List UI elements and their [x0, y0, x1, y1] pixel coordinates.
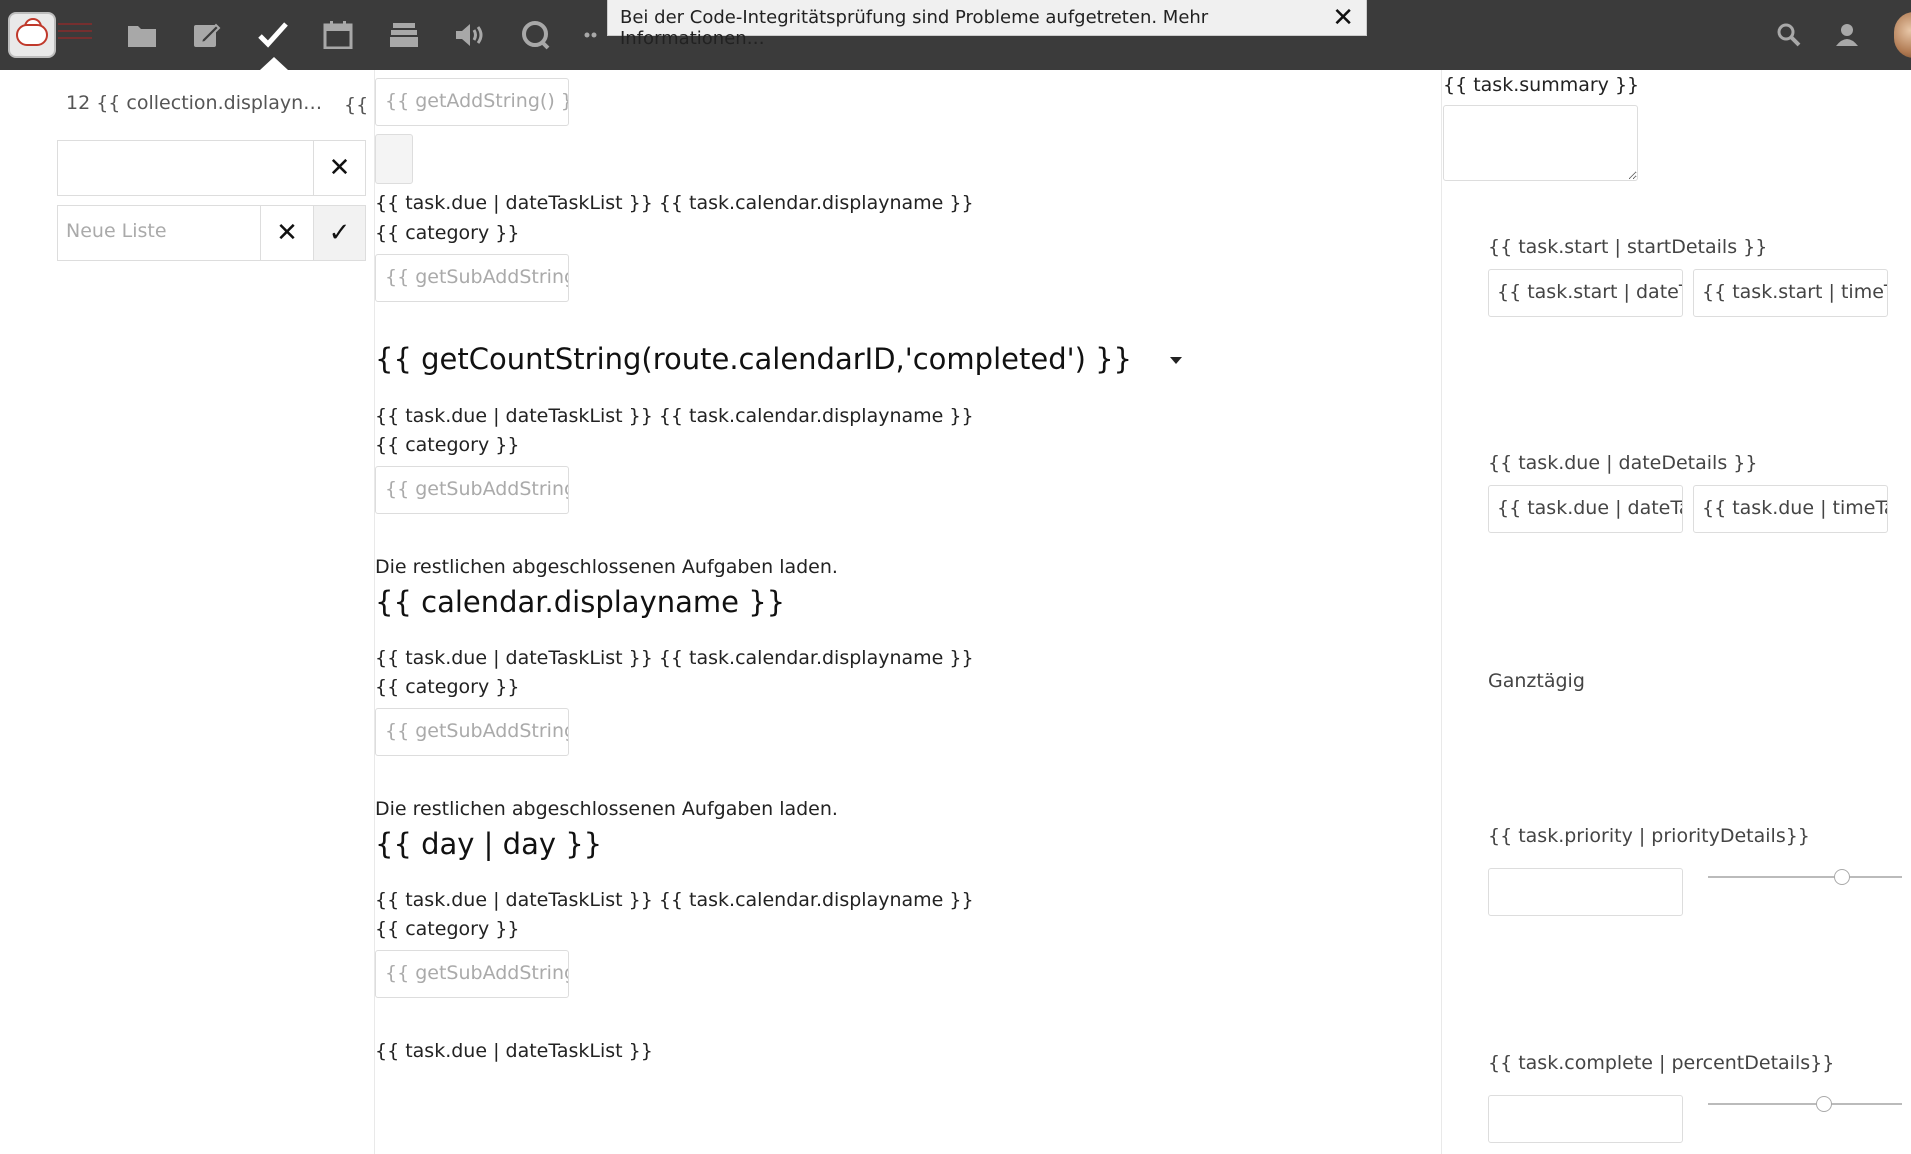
task-list: {{ getAddString() }} {{ task.due | dateT…: [375, 70, 1441, 1154]
add-subtask-input[interactable]: {{ getSubAddString(t: [375, 708, 569, 756]
add-task-input[interactable]: {{ getAddString() }}: [375, 78, 569, 126]
chevron-down-icon[interactable]: [1170, 357, 1182, 364]
audio-icon[interactable]: [452, 18, 488, 52]
task-details-panel: {{ task.summary }} {{ task.start | start…: [1441, 70, 1911, 1154]
task-category: {{ category }}: [375, 434, 520, 456]
day-heading: {{ day | day }}: [375, 827, 603, 861]
add-task-button[interactable]: [375, 134, 413, 184]
stack-icon[interactable]: [386, 18, 422, 52]
more-icon[interactable]: [584, 18, 604, 52]
app-logo-icon[interactable]: [8, 12, 56, 58]
tasks-icon[interactable]: [255, 18, 291, 52]
task-category: {{ category }}: [375, 222, 520, 244]
files-icon[interactable]: [124, 18, 160, 52]
close-icon: ✕: [328, 153, 351, 183]
task-meta: {{ task.due | dateTaskList }} {{ task.ca…: [375, 192, 974, 214]
load-more-link[interactable]: Die restlichen abgeschlossenen Aufgaben …: [375, 556, 838, 578]
priority-label: {{ task.priority | priorityDetails}}: [1488, 825, 1810, 847]
task-category: {{ category }}: [375, 676, 520, 698]
complete-slider[interactable]: [1708, 1096, 1902, 1112]
summary-label: {{ task.summary }}: [1443, 74, 1640, 96]
search-icon[interactable]: [1776, 22, 1804, 50]
load-more-link[interactable]: Die restlichen abgeschlossenen Aufgaben …: [375, 798, 838, 820]
summary-textarea[interactable]: [1443, 105, 1638, 181]
close-icon: ✕: [276, 218, 298, 248]
due-label: {{ task.due | dateDetails }}: [1488, 452, 1758, 474]
collection-item-label[interactable]: 12 {{ collection.displayn…: [66, 92, 322, 114]
due-date-input[interactable]: {{ task.due | dateTa:: [1488, 485, 1683, 533]
clear-button[interactable]: ✕: [313, 140, 366, 196]
complete-slider-handle[interactable]: [1816, 1096, 1833, 1112]
search-input[interactable]: [57, 140, 314, 196]
calendar-icon[interactable]: [320, 18, 356, 52]
contacts-icon[interactable]: [1834, 22, 1862, 50]
logo-wordmark-icon: [58, 18, 98, 44]
top-bar: Bei der Code-Integritätsprüfung sind Pro…: [0, 0, 1911, 70]
complete-label: {{ task.complete | percentDetails}}: [1488, 1052, 1835, 1074]
task-due-date: {{ task.due | dateTaskList }}: [375, 1040, 653, 1062]
start-time-input[interactable]: {{ task.start | timeTa: [1693, 269, 1888, 317]
confirm-new-list-button[interactable]: ✓: [313, 205, 366, 261]
active-nav-indicator: [260, 57, 288, 70]
new-list-input[interactable]: Neue Liste: [57, 205, 261, 261]
cancel-new-list-button[interactable]: ✕: [260, 205, 314, 261]
notes-icon[interactable]: [189, 18, 225, 52]
start-label: {{ task.start | startDetails }}: [1488, 236, 1768, 258]
task-meta: {{ task.due | dateTaskList }} {{ task.ca…: [375, 405, 974, 427]
new-list-placeholder: Neue Liste: [66, 220, 167, 242]
priority-slider[interactable]: [1708, 869, 1902, 885]
priority-slider-handle[interactable]: [1833, 869, 1850, 885]
close-icon[interactable]: ✕: [1332, 3, 1354, 33]
check-icon: ✓: [328, 218, 351, 248]
completed-count-heading[interactable]: {{ getCountString(route.calendarID,'comp…: [375, 342, 1132, 376]
start-date-input[interactable]: {{ task.start | dateTa: [1488, 269, 1683, 317]
avatar[interactable]: [1894, 12, 1911, 58]
task-category: {{ category }}: [375, 918, 520, 940]
task-meta: {{ task.due | dateTaskList }} {{ task.ca…: [375, 889, 974, 911]
add-subtask-input[interactable]: {{ getSubAddString(t: [375, 466, 569, 514]
priority-input[interactable]: [1488, 868, 1683, 916]
task-meta: {{ task.due | dateTaskList }} {{ task.ca…: [375, 647, 974, 669]
add-subtask-input[interactable]: {{ getSubAddString(t: [375, 254, 569, 302]
sidebar: 12 {{ collection.displayn… {{ ✕ Neue Lis…: [0, 70, 375, 1154]
notification-text: Bei der Code-Integritätsprüfung sind Pro…: [620, 7, 1209, 49]
due-time-input[interactable]: {{ task.due | timeTa:: [1693, 485, 1888, 533]
allday-label[interactable]: Ganztägig: [1488, 670, 1585, 692]
chat-icon[interactable]: [518, 18, 554, 52]
add-subtask-input[interactable]: {{ getSubAddString(t: [375, 950, 569, 998]
complete-input[interactable]: [1488, 1095, 1683, 1143]
collection-extra-label: {{: [344, 94, 369, 116]
calendar-heading: {{ calendar.displayname }}: [375, 585, 786, 619]
notification-banner[interactable]: Bei der Code-Integritätsprüfung sind Pro…: [607, 0, 1367, 49]
